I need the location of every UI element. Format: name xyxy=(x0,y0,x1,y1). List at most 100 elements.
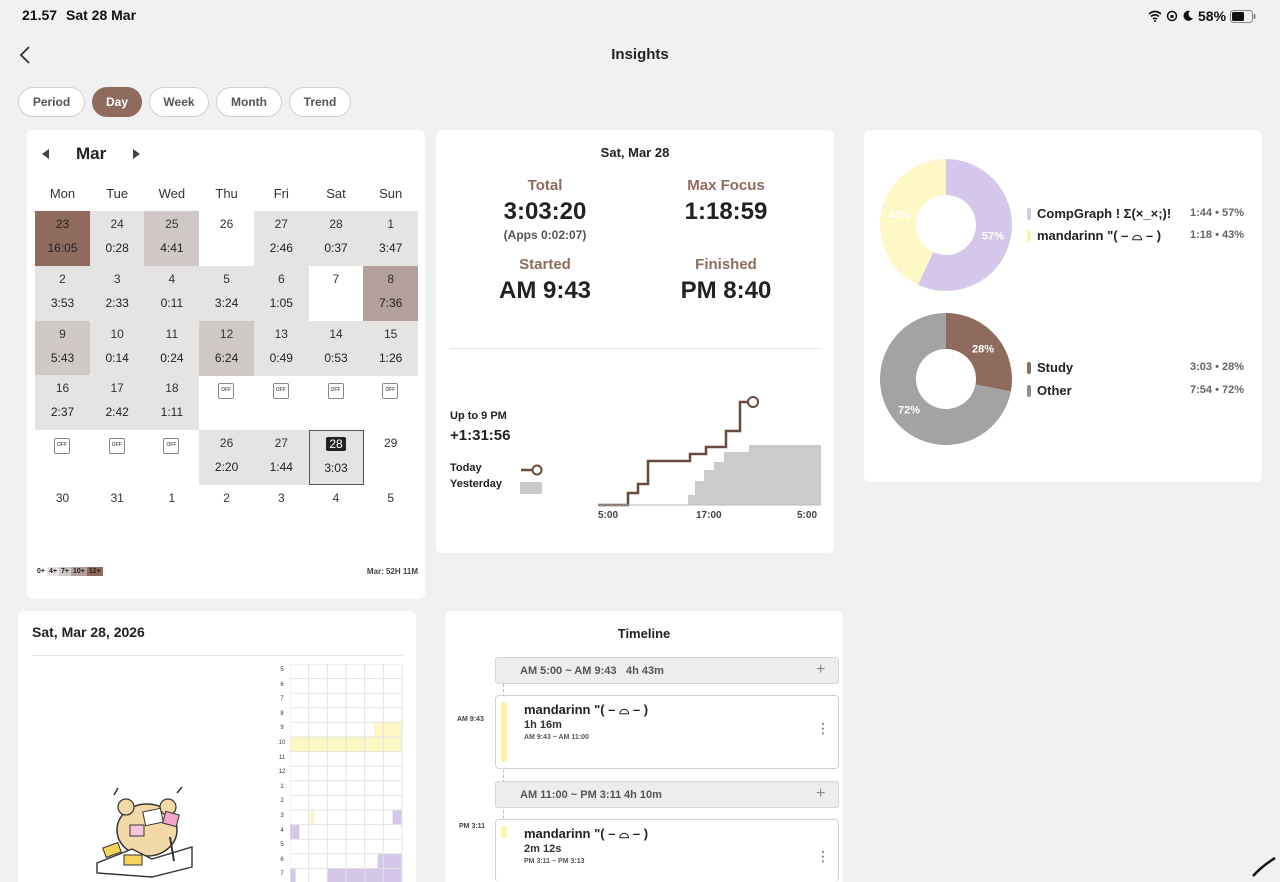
calendar-day[interactable]: OFF xyxy=(199,375,254,430)
calendar-day[interactable]: 31 xyxy=(90,485,145,540)
calendar-day[interactable]: 23 16:05 xyxy=(35,211,90,266)
focus-block xyxy=(377,853,402,869)
today-legend-dot xyxy=(531,464,543,476)
calendar-day[interactable]: 28 3:03 xyxy=(308,430,364,486)
calendar-day[interactable]: 3 xyxy=(254,485,309,540)
calendar-day[interactable]: 5 3:24 xyxy=(199,265,255,321)
session-name: mandarinn "( – ⌓ – ) xyxy=(524,826,649,841)
calendar-day[interactable]: OFF xyxy=(144,430,199,485)
max-focus-label: Max Focus xyxy=(687,177,765,194)
day-focus-time: 16:05 xyxy=(47,241,78,255)
calendar-day[interactable]: 9 5:43 xyxy=(35,320,90,376)
tab-period[interactable]: Period xyxy=(18,87,85,117)
calendar-day[interactable]: OFF xyxy=(363,375,418,430)
calendar-day[interactable]: 7 xyxy=(309,266,364,321)
session-start-label: AM 9:43 xyxy=(457,716,484,723)
prev-month-icon[interactable] xyxy=(42,149,50,159)
calendar-day[interactable]: 27 1:44 xyxy=(253,430,309,486)
calendar-day[interactable]: 14 0:53 xyxy=(308,320,364,376)
day-grid-date: Sat, Mar 28, 2026 xyxy=(32,624,145,640)
timeline-gap-2[interactable]: AM 11:00 ~ PM 3:11 4h 10m + xyxy=(495,781,839,808)
day-focus-time: 2:37 xyxy=(50,405,75,420)
calendar-day[interactable]: 12 6:24 xyxy=(199,320,255,376)
calendar-day[interactable]: 6 1:05 xyxy=(253,265,309,321)
day-number: 28 xyxy=(329,217,343,231)
calendar-day[interactable]: 24 0:28 xyxy=(89,211,145,266)
chevron-left-icon[interactable] xyxy=(18,45,32,65)
calendar-day[interactable]: 1 3:47 xyxy=(363,211,419,266)
compgraph-value: 1:44 • 57% xyxy=(1190,207,1244,219)
grid-hour-label: 5 xyxy=(280,667,284,673)
grid-hour-label: 11 xyxy=(278,754,286,761)
today-label: Today xyxy=(450,462,482,474)
calendar-day[interactable]: 11 0:24 xyxy=(144,320,200,376)
gap-range: AM 5:00 ~ AM 9:43 xyxy=(520,665,617,677)
grid-hour-label: 10 xyxy=(278,740,286,746)
day-focus-time: 2:46 xyxy=(269,241,293,255)
started-label: Started xyxy=(519,256,571,273)
next-month-icon[interactable] xyxy=(133,149,141,159)
calendar-day[interactable]: OFF xyxy=(254,375,309,430)
calendar-day[interactable]: 3 2:33 xyxy=(89,265,145,321)
calendar-day[interactable]: OFF xyxy=(35,430,90,485)
other-name: Other xyxy=(1037,383,1072,398)
weekday-header: Fri xyxy=(273,186,289,201)
tab-trend[interactable]: Trend xyxy=(289,87,351,117)
legend-4: 4+ xyxy=(46,567,59,576)
day-focus-time: 3:03 xyxy=(324,461,348,476)
calendar-day[interactable]: 10 0:14 xyxy=(89,320,145,376)
day-number: 9 xyxy=(59,326,66,341)
calendar-day[interactable]: OFF xyxy=(90,430,145,485)
calendar-day[interactable]: 25 4:41 xyxy=(144,211,200,266)
calendar-day[interactable]: 2 xyxy=(199,485,254,540)
tab-week[interactable]: Week xyxy=(149,87,209,117)
x-tick-start: 5:00 xyxy=(598,510,619,521)
day-focus-time: 1:05 xyxy=(269,295,293,310)
more-options-icon[interactable]: ⋮ xyxy=(816,848,830,865)
day-number: 1 xyxy=(387,217,395,231)
calendar-day[interactable]: 5 xyxy=(363,485,418,540)
total-label: Total xyxy=(527,177,563,194)
day-focus-time: 1:26 xyxy=(379,350,403,365)
calendar-day[interactable]: 18 1:11 xyxy=(144,375,200,431)
day-number: 6 xyxy=(277,271,285,286)
calendar-day[interactable]: 16 2:37 xyxy=(35,375,90,431)
x-tick-mid: 17:00 xyxy=(696,510,722,521)
calendar-day[interactable]: OFF xyxy=(309,375,364,430)
study-name: Study xyxy=(1037,360,1074,375)
calendar-day[interactable]: 2 3:53 xyxy=(35,265,90,321)
calendar-day[interactable]: 26 2:20 xyxy=(199,430,255,486)
add-icon[interactable]: + xyxy=(816,785,825,803)
grid-hour-label: 12 xyxy=(278,769,286,776)
day-off-icon: OFF xyxy=(327,383,344,400)
calendar-day[interactable]: 15 1:26 xyxy=(363,320,419,376)
focus-block xyxy=(290,868,296,882)
calendar-day[interactable]: 1 xyxy=(144,485,199,540)
tab-month[interactable]: Month xyxy=(216,87,282,117)
grid-hour-label: 6 xyxy=(280,681,284,688)
cumulative-legend xyxy=(520,464,543,494)
more-options-icon[interactable]: ⋮ xyxy=(816,720,830,737)
day-number: 14 xyxy=(329,326,343,341)
calendar-day[interactable]: 8 7:36 xyxy=(363,265,419,321)
calendar-day[interactable]: 13 0:49 xyxy=(253,320,309,376)
calendar-day[interactable]: 28 0:37 xyxy=(308,211,364,266)
day-number: 29 xyxy=(384,436,398,451)
pencil-stroke-icon[interactable] xyxy=(1250,856,1278,880)
calendar-day[interactable]: 29 xyxy=(363,430,418,485)
day-number: 26 xyxy=(219,436,234,451)
calendar-day[interactable]: 26 xyxy=(199,211,254,266)
calendar-day[interactable]: 17 2:42 xyxy=(89,375,145,431)
calendar-day[interactable]: 30 xyxy=(35,485,90,540)
tab-day[interactable]: Day xyxy=(92,87,142,117)
timeline-gap-1[interactable]: AM 5:00 ~ AM 9:43 4h 43m + xyxy=(495,657,839,684)
calendar-day[interactable]: 4 0:11 xyxy=(144,265,200,321)
timeline-session-1[interactable]: mandarinn "( – ⌓ – ) 1h 16m AM 9:43 ~ AM… xyxy=(495,695,839,769)
add-icon[interactable]: + xyxy=(816,661,825,679)
calendar-day[interactable]: 27 2:46 xyxy=(253,211,309,266)
day-off-icon: OFF xyxy=(272,383,289,400)
calendar-day[interactable]: 4 xyxy=(309,485,364,540)
timeline-session-2[interactable]: mandarinn "( – ⌓ – ) 2m 12s PM 3:11 ~ PM… xyxy=(495,819,839,882)
orientation-lock-icon xyxy=(1166,10,1178,22)
month-total: Mar: 52H 11M xyxy=(366,567,418,576)
